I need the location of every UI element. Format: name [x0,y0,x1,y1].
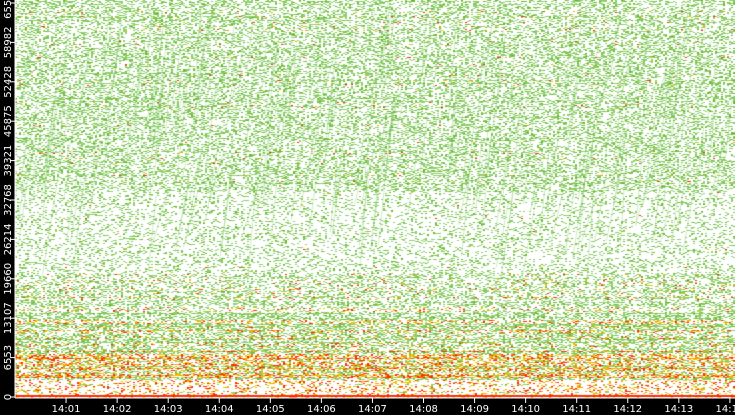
y-tick-label: 26214 [3,223,14,255]
x-tick-label: 14:02 [103,404,132,415]
x-tick-label: 14:07 [358,404,387,415]
x-tick-label: 14:12 [613,404,642,415]
x-tick-label: 14:01 [52,404,81,415]
y-tick-label: 65536 [3,0,14,19]
y-tick-label: 52428 [3,66,14,98]
chart: 0 6553 13107 19660 26214 32768 39321 45875 52428… [0,0,735,415]
x-tick-label: 14:04 [205,404,234,415]
x-tick-label: 14:09 [460,404,489,415]
x-tick-label: 14:03 [154,404,183,415]
x-tick-label: 14:11 [562,404,591,415]
y-tick-label: 32768 [3,184,14,216]
x-tick-label: 14:10 [511,404,540,415]
y-tick-label: 6553 [3,345,14,370]
chart-axes: 0 6553 13107 19660 26214 32768 39321 45875 52428… [3,0,735,415]
x-tick-label: 14:08 [409,404,438,415]
x-tick-label: 14:05 [256,404,285,415]
y-tick-label: 13107 [3,302,14,334]
y-tick-label: 39321 [3,145,14,177]
y-tick-label: 0 [3,394,14,400]
x-tick-label: 14:13 [664,404,693,415]
x-tick-label: 14:14 [715,404,735,415]
y-tick-label: 58982 [3,26,14,58]
y-tick-label: 19660 [3,263,14,295]
y-tick-label: 45875 [3,105,14,137]
x-tick-label: 14:06 [307,404,336,415]
